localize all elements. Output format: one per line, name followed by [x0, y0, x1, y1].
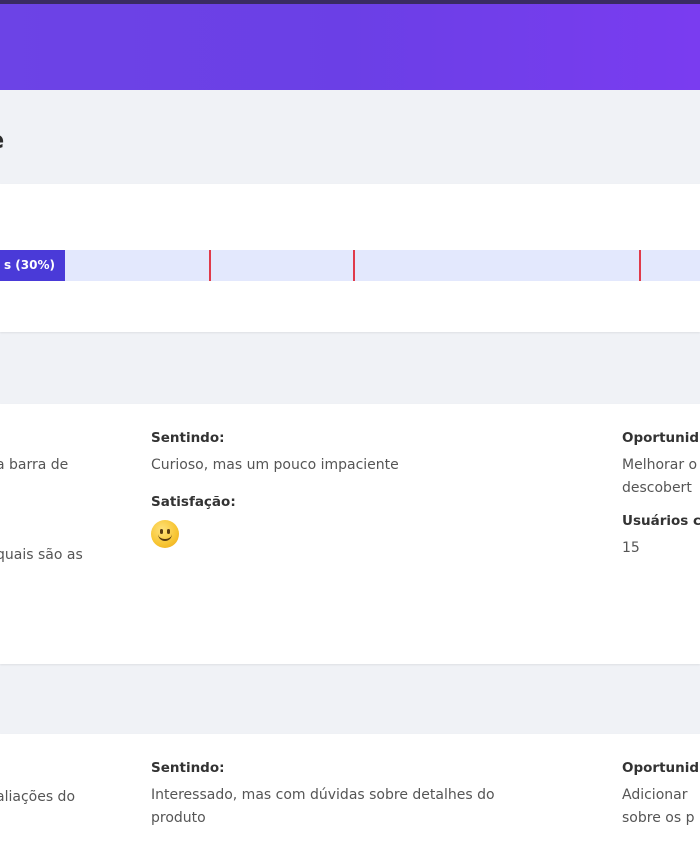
opportunity-section: Oportunid Melhorar o descobert Usuários …: [622, 427, 700, 560]
opportunity-value-cont: descobert: [622, 480, 692, 496]
feeling-label: Sentindo:: [151, 760, 225, 776]
feeling-section: Sentindo: Curioso, mas um pouco impacien…: [151, 427, 399, 556]
stage-question-text: quais são as: [0, 547, 83, 563]
opportunity-value-cont: sobre os p: [622, 810, 695, 826]
feeling-label: Sentindo:: [151, 430, 225, 446]
stage-action-text: aliações do: [0, 789, 76, 805]
journey-stage-card: aliações do Sentindo: Interessado, mas c…: [0, 734, 700, 850]
app-header: [0, 4, 700, 90]
opportunity-value: Adicionar: [622, 787, 688, 803]
stage-marker: [353, 250, 355, 281]
opportunity-value: Melhorar o: [622, 457, 698, 473]
opportunity-label: Oportunid: [622, 430, 700, 446]
journey-progress-card: s (30%): [0, 184, 700, 332]
stage-action-text: a barra de: [0, 457, 69, 473]
stage-marker: [639, 250, 641, 281]
feeling-value-cont: produto: [151, 810, 206, 826]
opportunity-label: Oportunid: [622, 760, 700, 776]
users-label: Usuários c: [622, 513, 700, 529]
feeling-section: Sentindo: Interessado, mas com dúvidas s…: [151, 757, 495, 830]
feeling-value: Curioso, mas um pouco impaciente: [151, 457, 399, 473]
journey-stage-card: a barra de quais são as Sentindo: Curios…: [0, 404, 700, 664]
users-value: 15: [622, 540, 640, 556]
progress-track: s (30%): [0, 250, 700, 281]
opportunity-section: Oportunid Adicionar sobre os p: [622, 757, 699, 830]
feeling-value: Interessado, mas com dúvidas sobre detal…: [151, 787, 495, 803]
slightly-smiling-face-icon: [151, 520, 179, 548]
satisfaction-label: Satisfação:: [151, 494, 236, 510]
page-title: e: [0, 126, 4, 154]
stage-marker: [209, 250, 211, 281]
progress-fill: s (30%): [0, 250, 65, 281]
